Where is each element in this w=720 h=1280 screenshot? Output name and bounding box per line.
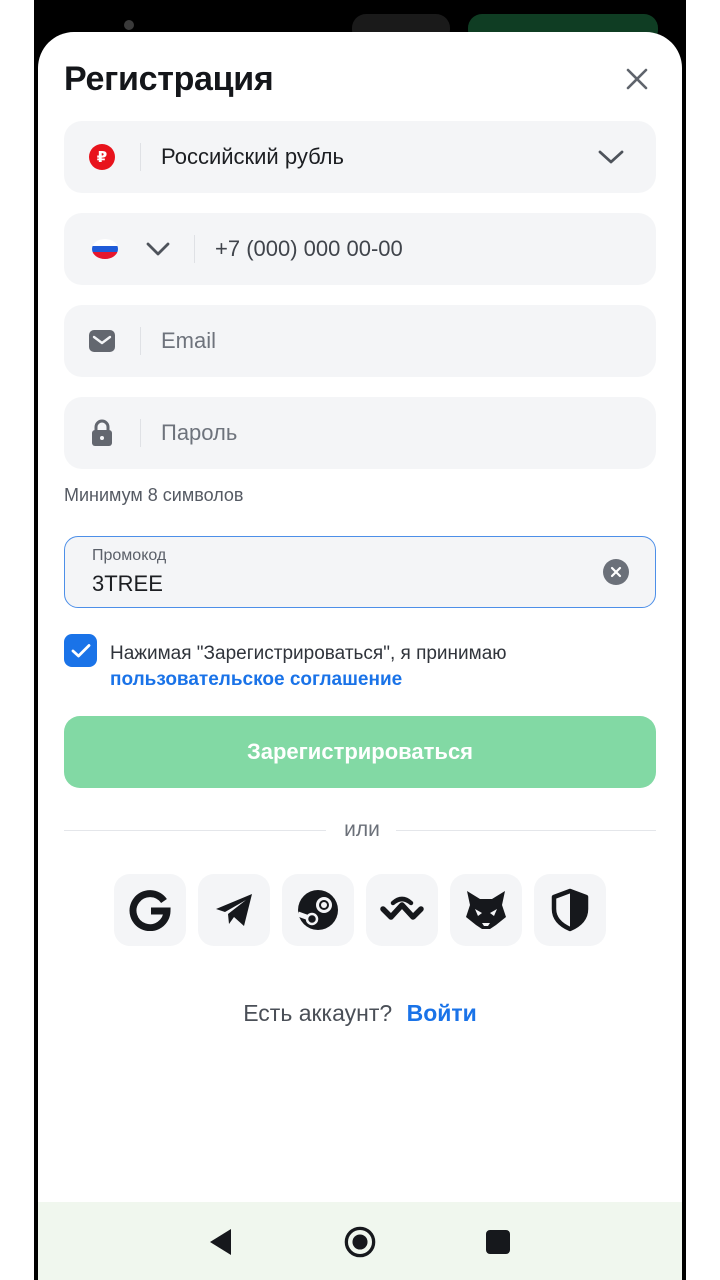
recents-square-icon	[486, 1230, 510, 1254]
divider-text: или	[344, 818, 380, 841]
promo-code-input[interactable]: 3TREE	[92, 571, 163, 597]
security-login-button[interactable]	[534, 874, 606, 946]
login-link[interactable]: Войти	[407, 1000, 477, 1026]
email-input[interactable]: Email	[141, 328, 656, 354]
divider-line-left	[64, 830, 326, 831]
phone-input[interactable]: +7 (000) 000 00-00	[195, 236, 656, 262]
home-button[interactable]	[344, 1226, 376, 1258]
camera-dot	[124, 20, 134, 30]
metamask-icon	[466, 891, 506, 929]
checkmark-icon	[71, 643, 90, 657]
ruble-icon: ₽	[89, 144, 115, 170]
google-login-button[interactable]	[114, 874, 186, 946]
chevron-down-icon	[146, 242, 170, 256]
home-circle-icon	[344, 1226, 376, 1258]
chevron-down-icon	[598, 150, 624, 164]
divider-line-right	[396, 830, 656, 831]
agreement-row: Нажимая "Зарегистрироваться", я принимаю…	[64, 634, 656, 690]
password-input[interactable]: Пароль	[141, 420, 656, 446]
have-account-text: Есть аккаунт?	[243, 1000, 393, 1026]
envelope-icon	[89, 330, 115, 352]
login-row: Есть аккаунт? Войти	[38, 1000, 682, 1027]
walletconnect-login-button[interactable]	[366, 874, 438, 946]
telegram-icon	[216, 894, 252, 926]
promo-code-label: Промокод	[92, 547, 167, 564]
back-triangle-icon	[210, 1229, 231, 1255]
page-title: Регистрация	[64, 60, 274, 98]
google-icon	[129, 890, 171, 931]
shield-icon	[551, 888, 589, 932]
lock-icon	[92, 419, 112, 446]
clear-promo-button[interactable]	[603, 559, 629, 585]
country-picker[interactable]	[64, 239, 194, 259]
agreement-checkbox[interactable]	[64, 634, 97, 667]
password-hint: Минимум 8 символов	[64, 485, 244, 505]
close-icon	[626, 68, 648, 90]
walletconnect-icon	[380, 896, 424, 920]
system-nav-bar	[38, 1202, 682, 1280]
steam-icon	[297, 890, 338, 930]
steam-login-button[interactable]	[282, 874, 354, 946]
metamask-login-button[interactable]	[450, 874, 522, 946]
close-button[interactable]	[622, 64, 652, 94]
agreement-text: Нажимая "Зарегистрироваться", я принимаю	[110, 643, 507, 664]
registration-sheet: Регистрация ₽ Российский рубль +7 (000) …	[38, 32, 682, 1280]
password-field[interactable]: Пароль	[64, 397, 656, 469]
register-button[interactable]: Зарегистрироваться	[64, 716, 656, 788]
telegram-login-button[interactable]	[198, 874, 270, 946]
promo-code-field[interactable]: Промокод 3TREE	[64, 536, 656, 608]
russia-flag-icon	[92, 239, 118, 259]
recents-button[interactable]	[482, 1226, 514, 1258]
user-agreement-link[interactable]: пользовательское соглашение	[110, 667, 507, 693]
close-icon	[610, 566, 622, 578]
email-field[interactable]: Email	[64, 305, 656, 377]
currency-value: Российский рубль	[161, 144, 344, 169]
back-button[interactable]	[204, 1226, 236, 1258]
currency-select[interactable]: ₽ Российский рубль	[64, 121, 656, 193]
phone-field[interactable]: +7 (000) 000 00-00	[64, 213, 656, 285]
